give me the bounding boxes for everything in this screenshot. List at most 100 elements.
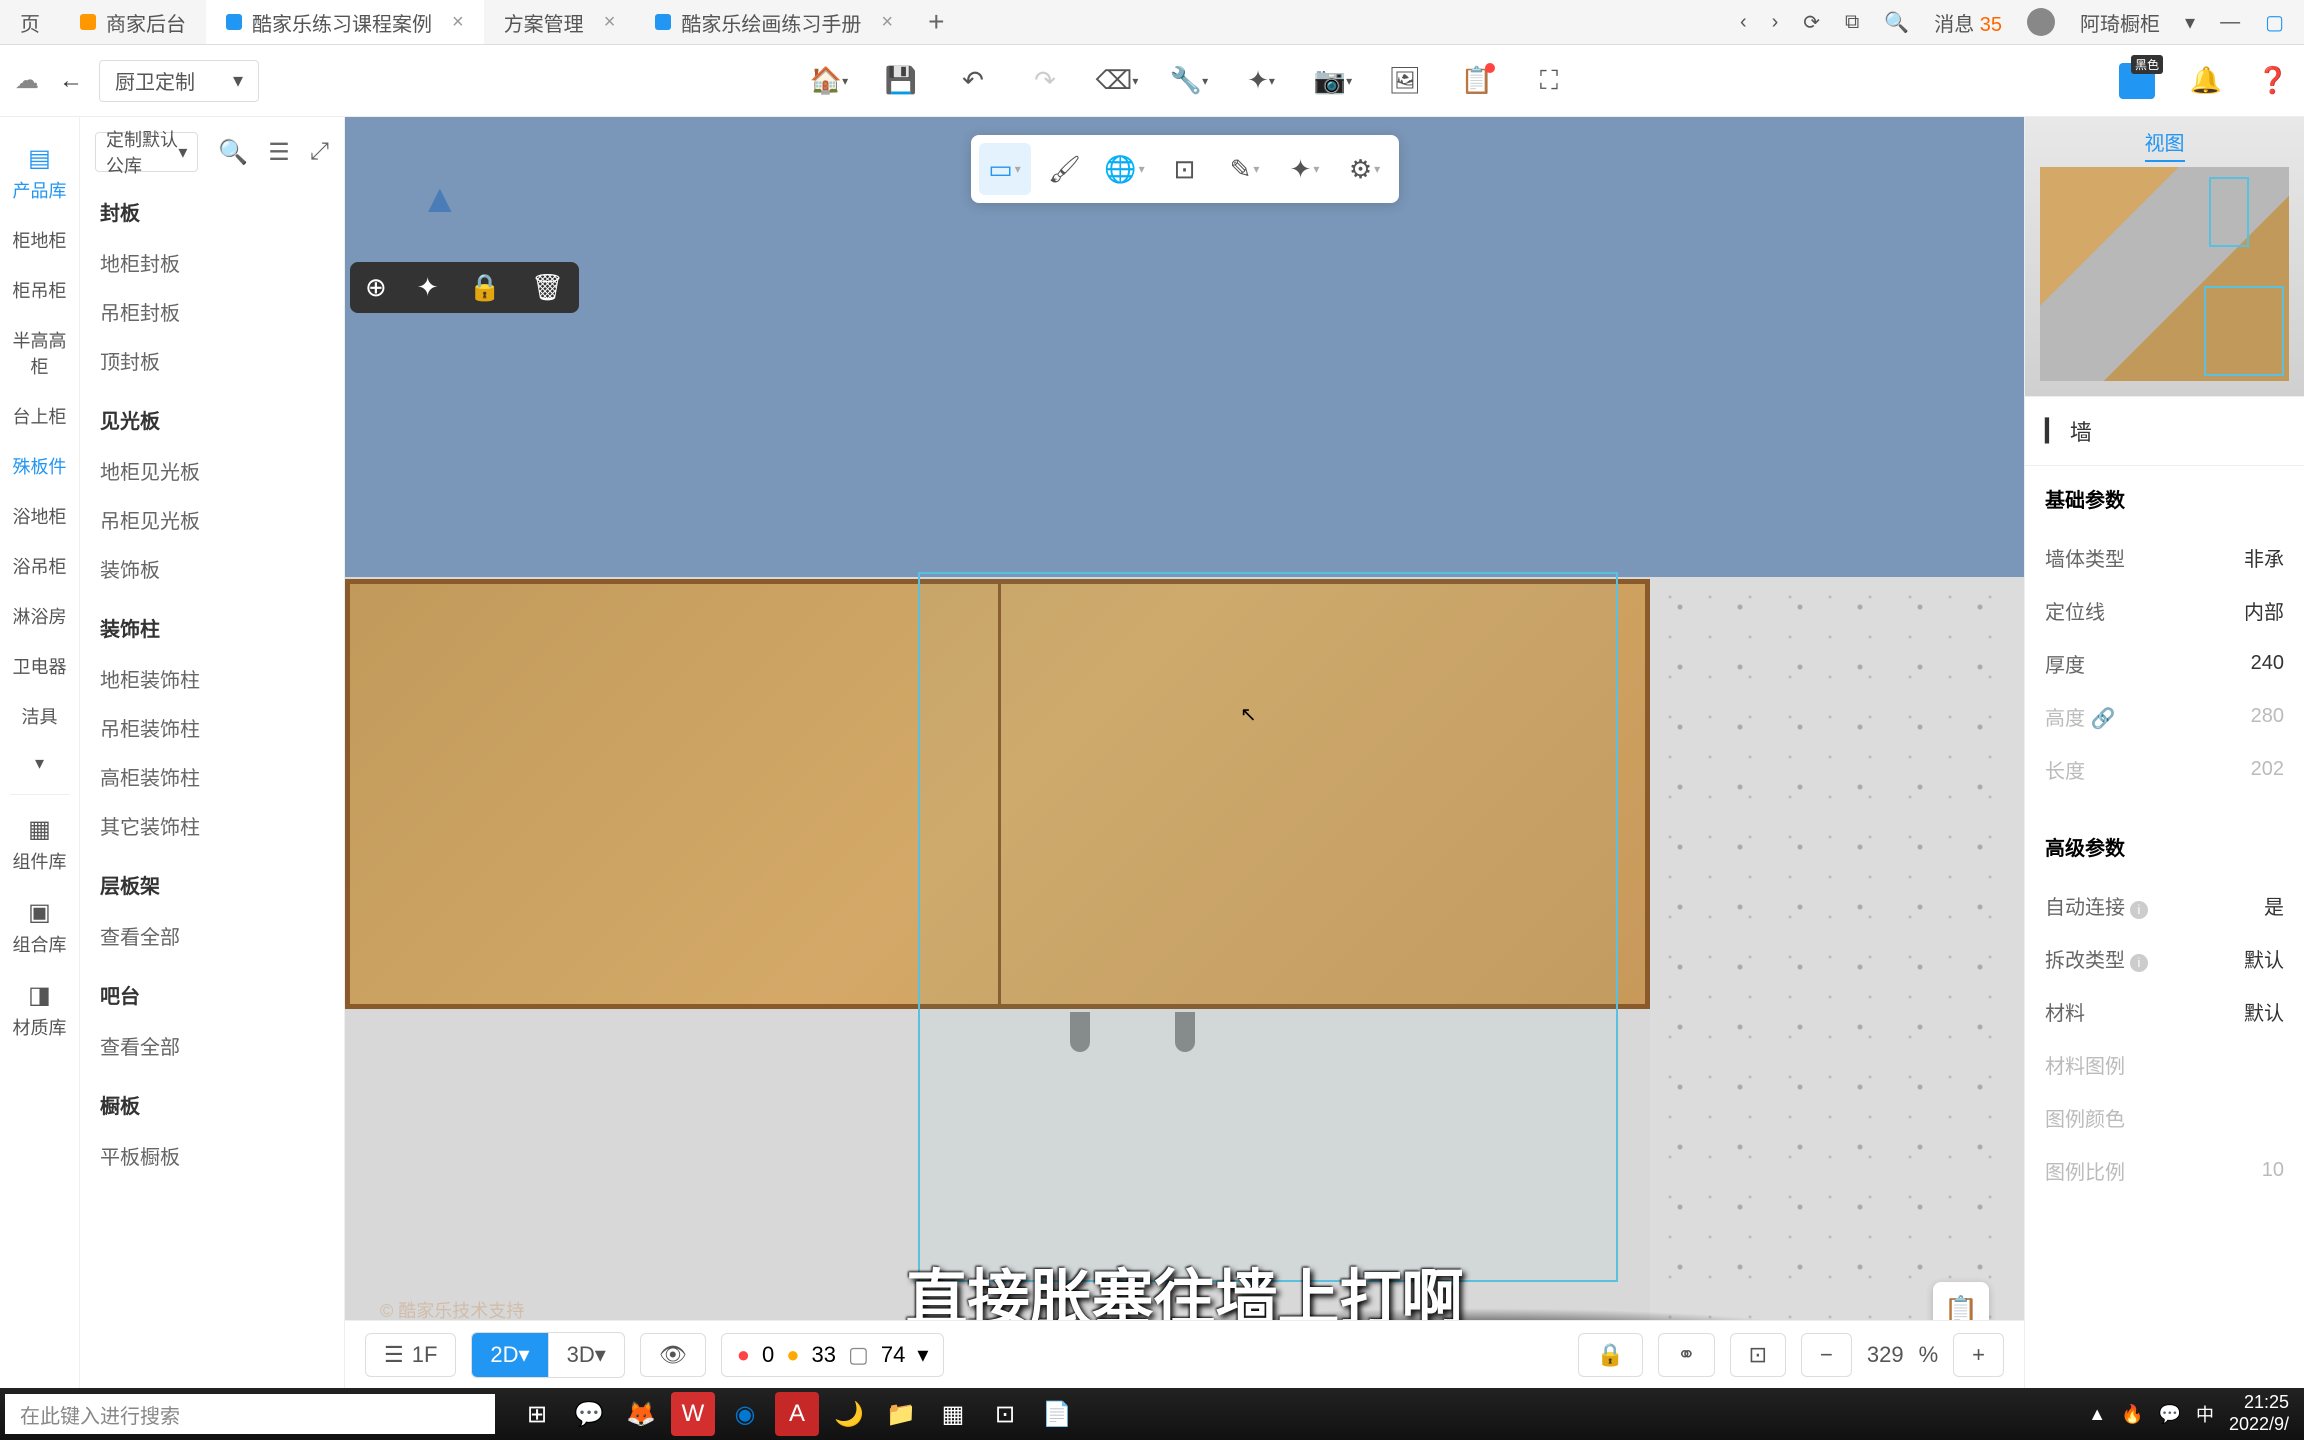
- ime-indicator[interactable]: 中: [2196, 1401, 2214, 1427]
- refresh-icon[interactable]: ⟳: [1803, 10, 1820, 35]
- copy-icon[interactable]: ⧉: [1845, 11, 1859, 34]
- autocad-icon[interactable]: A: [775, 1392, 819, 1436]
- app-icon[interactable]: 🌙: [827, 1392, 871, 1436]
- clock-time[interactable]: 21:25: [2229, 1392, 2289, 1414]
- status-pill[interactable]: ●0 ●33 ▢74 ▾: [721, 1333, 945, 1377]
- rail-item-special[interactable]: 殊板件: [0, 441, 79, 491]
- rail-item[interactable]: 卫电器: [0, 641, 79, 691]
- minimize-icon[interactable]: —: [2220, 11, 2240, 34]
- bell-icon[interactable]: 🔔: [2190, 65, 2222, 97]
- tray-icon[interactable]: 🔥: [2121, 1404, 2143, 1425]
- prop-autoconnect[interactable]: 自动连接i是: [2045, 879, 2284, 932]
- app-icon[interactable]: ⊡: [983, 1392, 1027, 1436]
- scan-tool[interactable]: ⊡: [1159, 143, 1211, 195]
- save-icon[interactable]: 💾: [885, 65, 917, 97]
- category-item[interactable]: 其它装饰柱: [100, 801, 324, 850]
- rail-item[interactable]: 半高高柜: [0, 315, 79, 391]
- category-item[interactable]: 地柜见光板: [100, 446, 324, 495]
- rail-materials[interactable]: ◨材质库: [0, 969, 79, 1052]
- 3d-button[interactable]: 3D ▾: [549, 1333, 624, 1377]
- search-input[interactable]: 在此键入进行搜索: [5, 1394, 495, 1434]
- rail-item[interactable]: 洁具: [0, 691, 79, 741]
- tab-plan[interactable]: 方案管理 ×: [484, 0, 636, 44]
- user-name[interactable]: 阿琦橱柜: [2080, 8, 2160, 37]
- brush-tool[interactable]: 🖌: [1039, 143, 1091, 195]
- puzzle-tool[interactable]: ✦▾: [1279, 143, 1331, 195]
- gear-tool[interactable]: ⚙▾: [1339, 143, 1391, 195]
- rail-item[interactable]: 台上柜: [0, 391, 79, 441]
- marker-tool[interactable]: ✎▾: [1219, 143, 1271, 195]
- zoom-in-button[interactable]: +: [1953, 1333, 2004, 1377]
- zoom-out-button[interactable]: −: [1801, 1333, 1852, 1377]
- image-icon[interactable]: 🖼: [1389, 65, 1421, 97]
- eye-button[interactable]: 👁: [640, 1333, 706, 1377]
- home-icon[interactable]: 🏠▾: [813, 65, 845, 97]
- tray-icon[interactable]: 💬: [2159, 1404, 2181, 1425]
- explorer-icon[interactable]: 📁: [879, 1392, 923, 1436]
- rail-item[interactable]: 淋浴房: [0, 591, 79, 641]
- close-icon[interactable]: ×: [452, 11, 464, 34]
- prop-material[interactable]: 材料默认: [2045, 985, 2284, 1038]
- floor-button[interactable]: ☰ 1F: [365, 1333, 456, 1377]
- category-item[interactable]: 吊柜封板: [100, 287, 324, 336]
- close-icon[interactable]: ×: [604, 11, 616, 34]
- globe-tool[interactable]: 🌐▾: [1099, 143, 1151, 195]
- link-button[interactable]: ⚭: [1658, 1333, 1714, 1377]
- category-item[interactable]: 查看全部: [100, 911, 324, 960]
- eraser-icon[interactable]: ⌫▾: [1101, 65, 1133, 97]
- category-item[interactable]: 装饰板: [100, 544, 324, 593]
- avatar[interactable]: [2027, 8, 2055, 36]
- tray-icon[interactable]: ▲: [2088, 1404, 2106, 1425]
- wrench-icon[interactable]: 🔧▾: [1173, 65, 1205, 97]
- tab-merchant[interactable]: 商家后台: [60, 0, 206, 44]
- notes-icon[interactable]: 📋: [1461, 65, 1493, 97]
- user-icon[interactable]: 黑色: [2119, 63, 2155, 99]
- back-button[interactable]: ←: [59, 67, 99, 95]
- notepad-icon[interactable]: 📄: [1035, 1392, 1079, 1436]
- view-tab[interactable]: 视图: [2145, 127, 2185, 162]
- cloud-icon[interactable]: ☁: [15, 66, 39, 95]
- search-icon[interactable]: 🔍: [1884, 10, 1909, 35]
- add-tab-icon[interactable]: +: [928, 6, 944, 38]
- prop-baseline[interactable]: 定位线内部: [2045, 584, 2284, 637]
- rail-products[interactable]: ▤产品库: [0, 132, 79, 215]
- lock-icon[interactable]: 🔒: [469, 272, 501, 303]
- maximize-icon[interactable]: ▢: [2265, 10, 2284, 35]
- category-item[interactable]: 查看全部: [100, 1021, 324, 1070]
- add-icon[interactable]: ⊕: [365, 272, 387, 303]
- expand-icon[interactable]: ⛶: [1533, 65, 1565, 97]
- search-icon[interactable]: 🔍: [218, 138, 248, 167]
- messages[interactable]: 消息 35: [1934, 8, 2002, 37]
- category-item[interactable]: 吊柜见光板: [100, 495, 324, 544]
- nav-fwd-icon[interactable]: ›: [1772, 11, 1779, 34]
- 3d-preview[interactable]: 视图: [2025, 117, 2304, 397]
- rail-item[interactable]: 浴吊柜: [0, 541, 79, 591]
- canvas[interactable]: ▲ ▭▾ 🖌 🌐▾ ⊡ ✎▾ ✦▾ ⚙▾ ⊕ ✦ 🔒 🗑 ↖ 📋 © 酷家乐技术…: [345, 117, 2024, 1388]
- list-icon[interactable]: ☰: [268, 138, 290, 167]
- help-icon[interactable]: ❓: [2257, 65, 2289, 97]
- category-item[interactable]: 地柜装饰柱: [100, 654, 324, 703]
- rail-combos[interactable]: ▣组合库: [0, 886, 79, 969]
- rail-item[interactable]: 柜地柜: [0, 215, 79, 265]
- undo-icon[interactable]: ↶: [957, 65, 989, 97]
- firefox-icon[interactable]: 🦊: [619, 1392, 663, 1436]
- wechat-icon[interactable]: 💬: [567, 1392, 611, 1436]
- prop-demolish[interactable]: 拆改类型i默认: [2045, 932, 2284, 985]
- prop-thickness[interactable]: 厚度240: [2045, 637, 2284, 690]
- category-item[interactable]: 平板橱板: [100, 1131, 324, 1180]
- clock-date[interactable]: 2022/9/: [2229, 1414, 2289, 1436]
- camera-icon[interactable]: 📷▾: [1317, 65, 1349, 97]
- light-icon[interactable]: ✦: [417, 272, 439, 303]
- select-tool[interactable]: ▭▾: [979, 143, 1031, 195]
- expand-icon[interactable]: ⤢: [310, 138, 329, 167]
- rail-components[interactable]: ▦组件库: [0, 803, 79, 886]
- category-item[interactable]: 顶封板: [100, 336, 324, 385]
- library-select[interactable]: 定制默认公库▾: [95, 132, 198, 172]
- app-icon[interactable]: ▦: [931, 1392, 975, 1436]
- close-icon[interactable]: ×: [881, 11, 893, 34]
- category-item[interactable]: 地柜封板: [100, 238, 324, 287]
- tab-draw[interactable]: 酷家乐绘画练习手册 ×: [635, 0, 913, 44]
- chevron-down-icon[interactable]: ▾: [2185, 10, 2195, 35]
- category-item[interactable]: 吊柜装饰柱: [100, 703, 324, 752]
- prop-wall-type[interactable]: 墙体类型非承: [2045, 531, 2284, 584]
